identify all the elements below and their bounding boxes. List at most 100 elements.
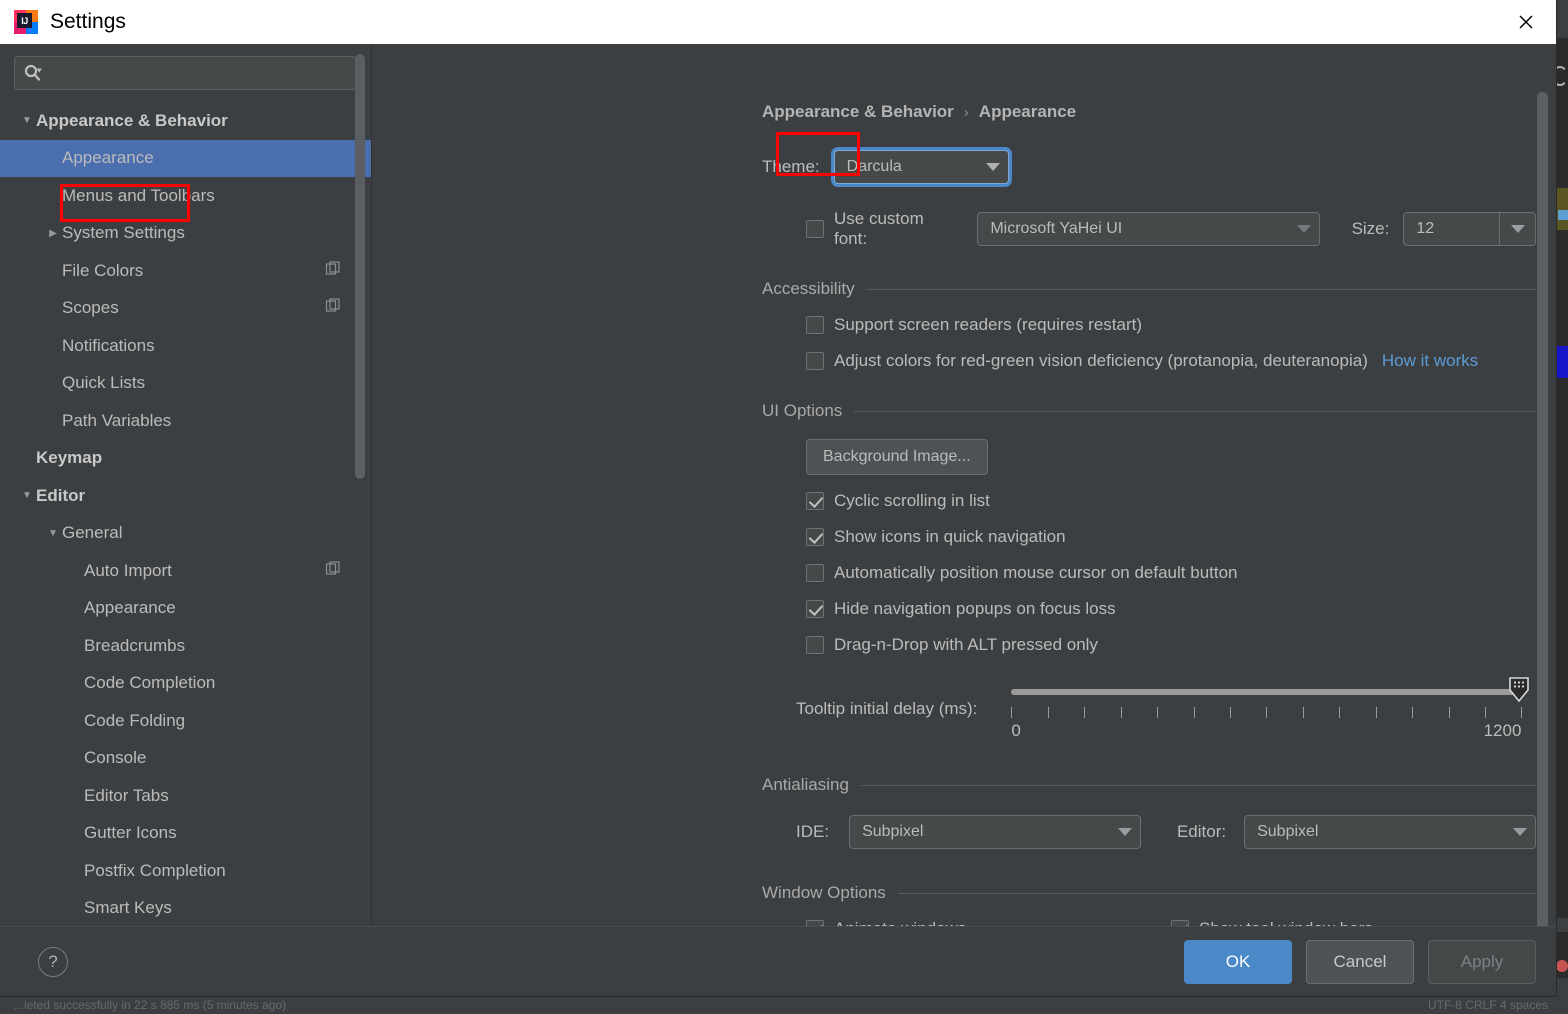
sidebar-item-appearance[interactable]: Appearance xyxy=(0,139,371,177)
ui-option-checkbox[interactable] xyxy=(806,528,824,546)
sidebar-scrollbar-thumb[interactable] xyxy=(355,54,365,479)
sidebar-item-scopes[interactable]: Scopes xyxy=(0,290,371,328)
chevron-down-icon[interactable]: ▼ xyxy=(18,115,36,126)
sidebar-item-label: Notifications xyxy=(62,335,155,355)
tooltip-delay-row: Tooltip initial delay (ms): 0 1200 xyxy=(762,677,1536,741)
slider-tick xyxy=(1375,707,1377,718)
appearance-form: Theme: Darcula Use custom font: Microsof… xyxy=(372,132,1556,926)
breadcrumb-root[interactable]: Appearance & Behavior xyxy=(762,102,954,122)
sidebar-item-label: Appearance xyxy=(84,598,176,618)
chevron-right-icon[interactable]: ▶ xyxy=(44,228,62,239)
sidebar-item-keymap[interactable]: Keymap xyxy=(0,440,371,478)
close-icon[interactable] xyxy=(1496,0,1556,44)
search-box[interactable] xyxy=(14,56,357,90)
help-icon[interactable]: ? xyxy=(38,946,68,977)
ide-antialiasing-label: IDE: xyxy=(796,822,830,841)
settings-dialog: IJ Settings ▼ Appearance & Behavior Appe… xyxy=(0,0,1556,996)
font-size-dropdown-button[interactable] xyxy=(1499,213,1535,245)
tooltip-delay-slider[interactable]: 0 1200 xyxy=(1011,677,1530,741)
background-image-button[interactable]: Background Image... xyxy=(806,439,988,475)
sidebar-item-label: Auto Import xyxy=(84,560,172,580)
settings-sidebar: ▼ Appearance & Behavior Appearance Menus an… xyxy=(0,44,372,926)
apply-button[interactable]: Apply xyxy=(1428,939,1536,984)
sidebar-item-file-colors[interactable]: File Colors xyxy=(0,252,371,290)
use-custom-font-checkbox[interactable] xyxy=(806,220,824,238)
content-scrollbar-thumb[interactable] xyxy=(1537,92,1548,926)
font-size-stepper[interactable]: 12 xyxy=(1403,212,1537,246)
sidebar-item-label: Appearance & Behavior xyxy=(36,110,228,130)
sidebar-item-notifications[interactable]: Notifications xyxy=(0,327,371,365)
sidebar-item-console[interactable]: Console xyxy=(0,740,371,778)
sidebar-item-menus-and-toolbars[interactable]: Menus and Toolbars xyxy=(0,177,371,215)
color-deficiency-checkbox[interactable] xyxy=(806,352,824,370)
status-bar-message: ...leted successfully in 22 s 885 ms (5 … xyxy=(14,998,287,1012)
slider-tick xyxy=(1521,707,1523,718)
sidebar-item-smart-keys[interactable]: Smart Keys xyxy=(0,890,371,927)
ui-option-checkbox[interactable] xyxy=(806,636,824,654)
sidebar-item-editor[interactable]: ▼ Editor xyxy=(0,477,371,515)
color-deficiency-label: Adjust colors for red-green vision defic… xyxy=(834,351,1368,370)
sidebar-item-label: Quick Lists xyxy=(62,373,146,393)
sidebar-item-path-variables[interactable]: Path Variables xyxy=(0,402,371,440)
settings-tree: ▼ Appearance & Behavior Appearance Menus an… xyxy=(0,102,371,926)
dialog-body: ▼ Appearance & Behavior Appearance Menus an… xyxy=(0,44,1556,926)
sidebar-item-label: Menus and Toolbars xyxy=(62,185,215,205)
sidebar-item-label: File Colors xyxy=(62,260,144,280)
search-icon xyxy=(24,64,42,81)
sidebar-item-appearance[interactable]: Appearance xyxy=(0,590,371,628)
sidebar-item-code-folding[interactable]: Code Folding xyxy=(0,702,371,740)
slider-tick xyxy=(1084,707,1086,718)
sidebar-item-system-settings[interactable]: ▶ System Settings xyxy=(0,215,371,253)
sidebar-item-quick-lists[interactable]: Quick Lists xyxy=(0,365,371,403)
ui-option-checkbox[interactable] xyxy=(806,600,824,618)
ide-antialiasing-select[interactable]: Subpixel xyxy=(849,815,1141,849)
sidebar-item-label: System Settings xyxy=(62,223,185,243)
sidebar-item-breadcrumbs[interactable]: Breadcrumbs xyxy=(0,627,371,665)
slider-track[interactable] xyxy=(1011,689,1522,695)
theme-select[interactable]: Darcula xyxy=(833,150,1009,184)
editor-antialiasing-value: Subpixel xyxy=(1257,823,1319,840)
window-option-label: Show tool window bars xyxy=(1199,919,1373,926)
ui-option-checkbox[interactable] xyxy=(806,564,824,582)
sidebar-item-label: Editor xyxy=(36,485,86,505)
editor-antialiasing-select[interactable]: Subpixel xyxy=(1244,815,1536,849)
chevron-down-icon xyxy=(1510,225,1525,233)
sidebar-item-general[interactable]: ▼ General xyxy=(0,515,371,553)
chevron-down-icon[interactable]: ▼ xyxy=(18,490,36,501)
sidebar-item-label: General xyxy=(62,523,123,543)
settings-content-panel: Appearance & Behavior › Appearance Theme… xyxy=(372,44,1556,926)
dialog-footer: ? OK Cancel Apply xyxy=(0,926,1556,996)
copy-icon[interactable] xyxy=(325,298,341,314)
slider-max-label: 1200 xyxy=(1483,721,1522,740)
how-it-works-link[interactable]: How it works xyxy=(1382,351,1478,371)
ui-option-checkbox[interactable] xyxy=(806,492,824,510)
copy-icon[interactable] xyxy=(325,298,341,319)
screen-readers-checkbox[interactable] xyxy=(806,316,824,334)
screen-readers-row: Support screen readers (requires restart… xyxy=(762,315,1536,335)
cancel-button[interactable]: Cancel xyxy=(1306,939,1414,984)
sidebar-item-code-completion[interactable]: Code Completion xyxy=(0,665,371,703)
ui-option-row: Show icons in quick navigation xyxy=(762,527,1536,547)
ui-option-label: Drag-n-Drop with ALT pressed only xyxy=(834,635,1098,654)
sidebar-item-gutter-icons[interactable]: Gutter Icons xyxy=(0,815,371,853)
copy-icon[interactable] xyxy=(325,560,341,581)
slider-thumb[interactable] xyxy=(1508,677,1530,703)
sidebar-item-label: Breadcrumbs xyxy=(84,635,186,655)
copy-icon[interactable] xyxy=(325,260,341,276)
sidebar-item-editor-tabs[interactable]: Editor Tabs xyxy=(0,777,371,815)
window-option-row: Animate windows Show tool window bars xyxy=(806,919,1536,926)
search-input[interactable] xyxy=(49,65,348,81)
font-family-select[interactable]: Microsoft YaHei UI xyxy=(977,212,1320,246)
ok-button[interactable]: OK xyxy=(1184,939,1292,984)
sidebar-item-label: Keymap xyxy=(36,448,103,468)
chevron-down-icon[interactable]: ▼ xyxy=(44,528,62,539)
copy-icon[interactable] xyxy=(325,560,341,576)
copy-icon[interactable] xyxy=(325,260,341,281)
sidebar-item-appearance-behavior[interactable]: ▼ Appearance & Behavior xyxy=(0,102,371,140)
sidebar-scrollbar[interactable] xyxy=(355,54,365,614)
antialiasing-section-header: Antialiasing xyxy=(762,775,1536,795)
window-options-section-title: Window Options xyxy=(762,883,886,902)
sidebar-item-auto-import[interactable]: Auto Import xyxy=(0,552,371,590)
sidebar-item-postfix-completion[interactable]: Postfix Completion xyxy=(0,852,371,890)
content-scrollbar[interactable] xyxy=(1537,92,1548,926)
